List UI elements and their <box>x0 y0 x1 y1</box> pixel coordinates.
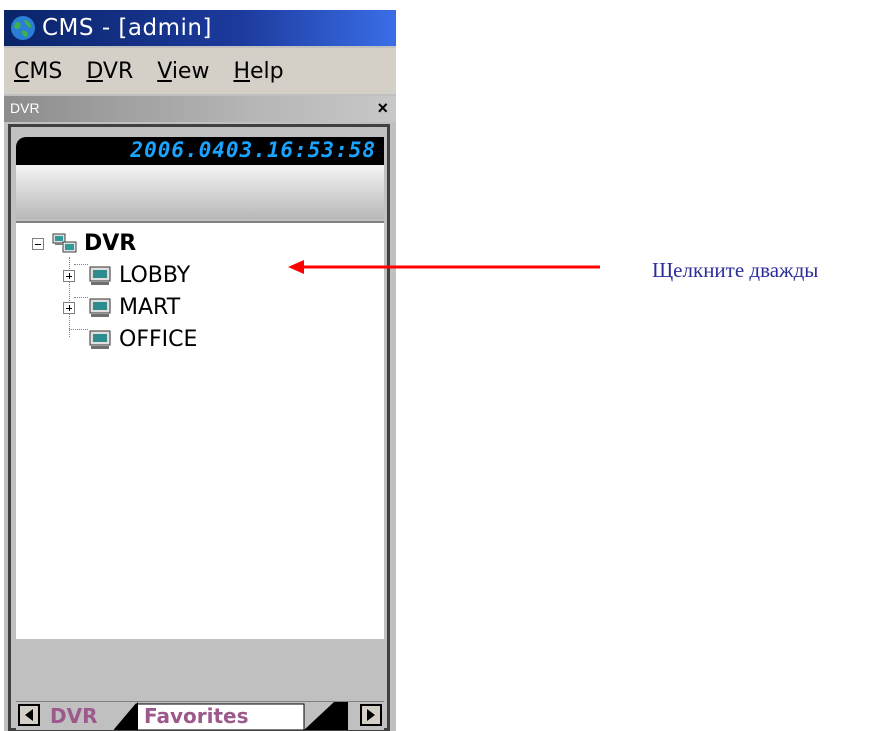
scroll-left-button[interactable] <box>18 704 40 726</box>
dvr-group-icon <box>52 233 77 252</box>
title-bar[interactable]: CMS - [admin] <box>4 10 396 46</box>
arrow-right-icon <box>367 709 375 721</box>
dvr-panel: 2006.0403.16:53:58 DVR LOBBY MART OFFICE… <box>8 124 390 731</box>
panel-header: DVR × <box>4 96 396 122</box>
annotation-text: Щелкните дважды <box>652 258 819 282</box>
tab-bar: DVR Favorites <box>16 701 384 730</box>
tree-item-label: LOBBY <box>119 263 191 288</box>
expand-icon[interactable] <box>63 301 75 314</box>
tree-item-mart[interactable]: MART <box>63 295 180 320</box>
menu-view[interactable]: View <box>157 59 209 84</box>
clock-text: 2006.0403.16:53:58 <box>130 138 376 162</box>
panel-title: DVR <box>10 100 40 116</box>
clock-panel <box>16 165 384 219</box>
tab-favorites[interactable]: Favorites <box>144 702 249 730</box>
tree-item-office[interactable]: OFFICE <box>89 327 197 352</box>
window-title: CMS - [admin] <box>42 15 212 41</box>
globe-icon <box>11 16 35 40</box>
menu-cms[interactable]: CMS <box>14 59 62 84</box>
menu-dvr[interactable]: DVR <box>86 59 133 84</box>
tree-root-label: DVR <box>84 231 137 256</box>
tree-root-dvr[interactable]: DVR <box>32 231 136 256</box>
monitor-icon <box>89 298 111 317</box>
tree-item-lobby[interactable]: LOBBY <box>63 263 190 288</box>
collapse-icon[interactable] <box>32 237 44 250</box>
tab-dvr[interactable]: DVR <box>50 702 97 730</box>
dvr-tree: DVR LOBBY MART OFFICE <box>16 221 384 639</box>
tree-item-label: MART <box>119 295 181 320</box>
scroll-right-button[interactable] <box>360 704 382 726</box>
tree-item-label: OFFICE <box>119 327 198 352</box>
tree-connector <box>69 329 88 330</box>
menu-help[interactable]: Help <box>233 59 283 84</box>
close-icon[interactable]: × <box>377 98 388 119</box>
arrow-left-icon <box>25 709 33 721</box>
clock-display: 2006.0403.16:53:58 <box>16 137 384 165</box>
annotation-arrow <box>288 260 600 274</box>
monitor-icon <box>89 330 111 349</box>
monitor-icon <box>89 266 111 285</box>
menu-bar: CMS DVR View Help <box>4 48 396 94</box>
expand-icon[interactable] <box>63 269 75 282</box>
cms-window: CMS - [admin] CMS DVR View Help DVR × 20… <box>4 10 396 731</box>
